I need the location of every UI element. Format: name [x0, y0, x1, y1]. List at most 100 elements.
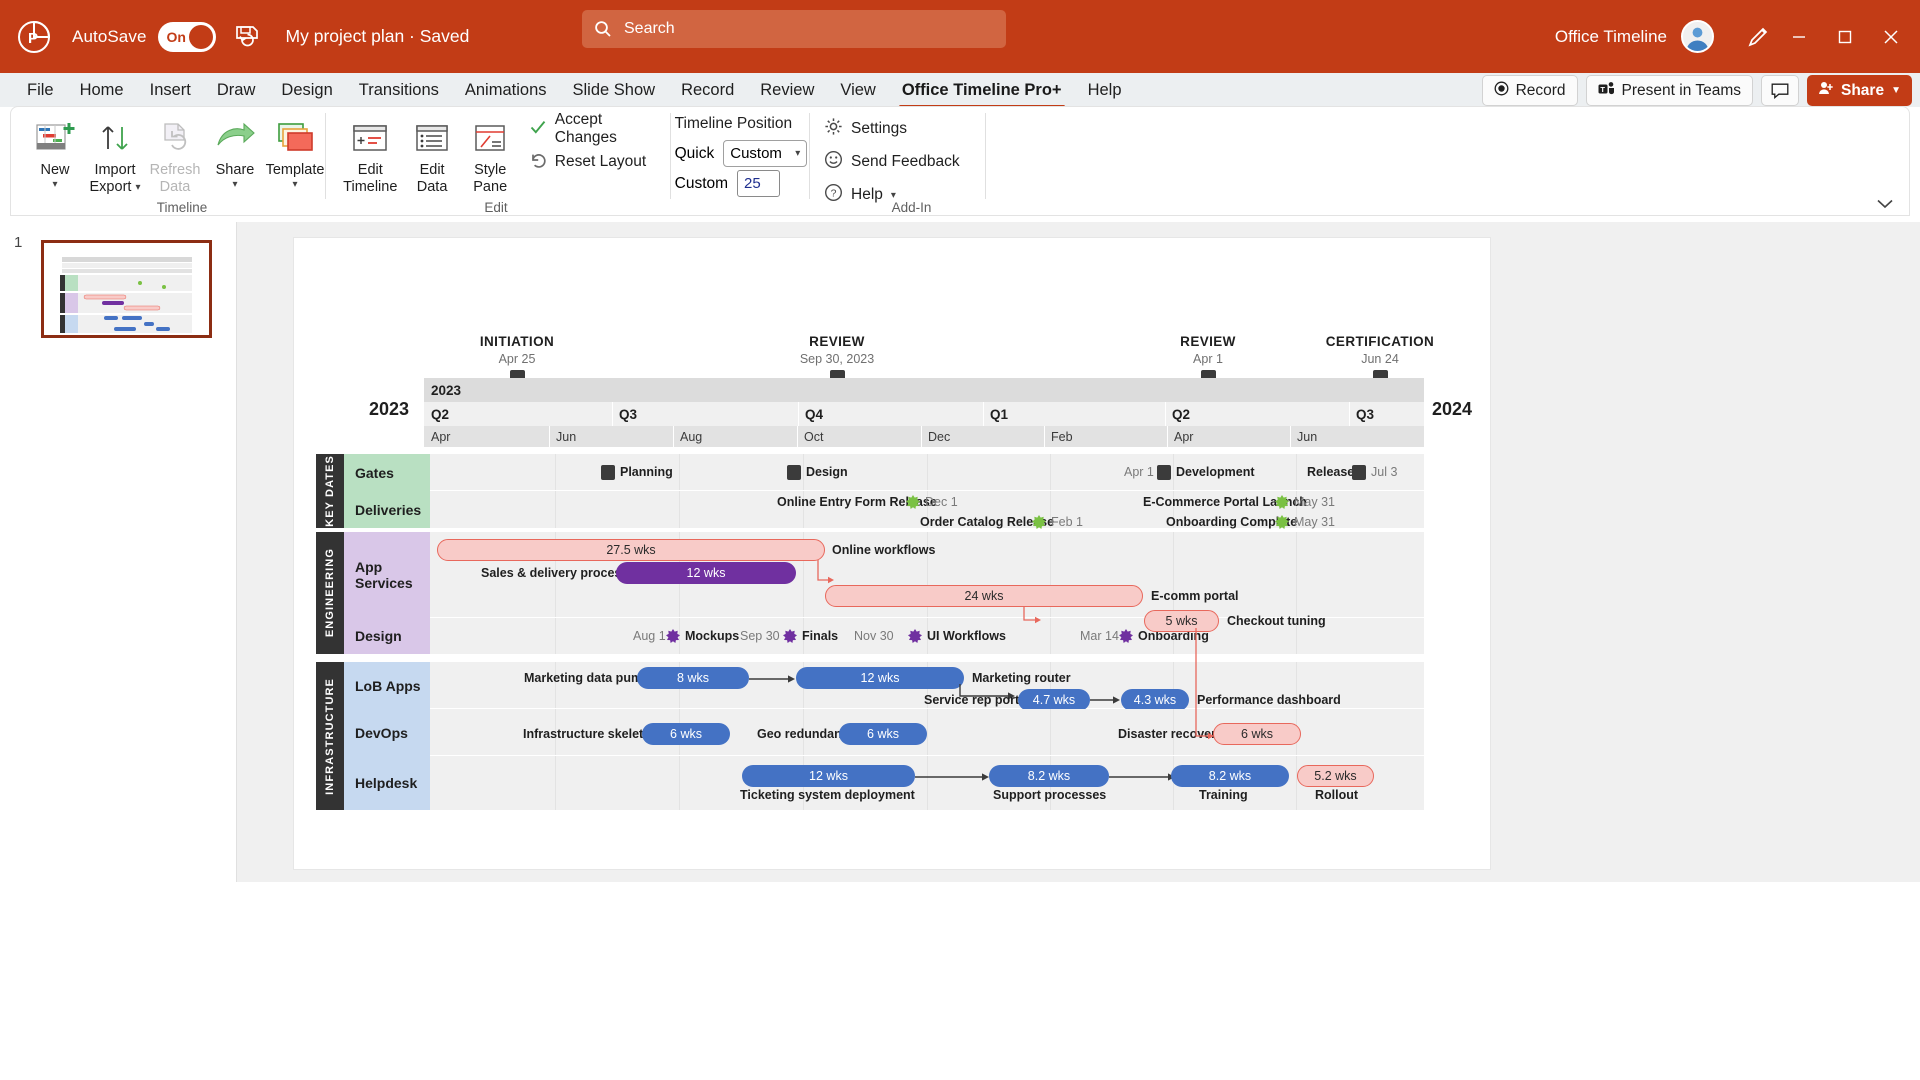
custom-label: Custom	[675, 175, 728, 193]
new-timeline-button[interactable]: New ▾	[25, 107, 85, 190]
milestone-marker-online-entry-form[interactable]	[906, 495, 920, 509]
quick-position-value: Custom	[730, 145, 782, 162]
gantt-timeline-graphic[interactable]: INITIATION Apr 25 REVIEW Sep 30, 2023 RE…	[294, 238, 1490, 869]
style-pane-button[interactable]: Style Pane	[462, 107, 519, 195]
gridline	[1296, 454, 1297, 491]
slide-thumbnail-1[interactable]	[41, 240, 212, 338]
tab-record[interactable]: Record	[668, 73, 747, 107]
chevron-down-icon[interactable]: ▾	[891, 191, 896, 201]
autosave-toggle[interactable]: On	[158, 22, 216, 52]
tab-insert[interactable]: Insert	[137, 73, 204, 107]
task-bar-online-workflows[interactable]: 27.5 wks	[437, 539, 825, 561]
axis-quarter-cell: Q3	[1349, 402, 1424, 426]
slide-1[interactable]: INITIATION Apr 25 REVIEW Sep 30, 2023 RE…	[294, 238, 1490, 869]
reset-layout-button[interactable]: Reset Layout	[529, 147, 658, 177]
milestone-date-release: Jul 3	[1371, 465, 1397, 479]
present-in-teams-button[interactable]: T Present in Teams	[1586, 75, 1753, 106]
tab-view[interactable]: View	[827, 73, 888, 107]
task-bar-service-rep-portal[interactable]: 4.7 wks	[1018, 689, 1090, 711]
edit-data-button[interactable]: Edit Data	[403, 107, 462, 195]
accept-changes-button[interactable]: Accept Changes	[529, 114, 658, 144]
swimlane-track-lob-apps[interactable]: Marketing data pump 8 wks 12 wks Marketi…	[430, 662, 1424, 709]
teams-icon: T	[1598, 81, 1615, 101]
chevron-down-icon[interactable]: ▾	[292, 180, 297, 190]
task-bar-infrastructure-skeleton[interactable]: 6 wks	[642, 723, 730, 745]
milestone-marker-design[interactable]	[787, 465, 801, 480]
tab-animations[interactable]: Animations	[452, 73, 560, 107]
task-bar-performance-dashboard[interactable]: 4.3 wks	[1121, 689, 1189, 711]
swimlane-track-deliveries[interactable]: Online Entry Form Release Dec 1 Order Ca…	[430, 491, 1424, 528]
task-bar-geo-redundancy[interactable]: 6 wks	[839, 723, 927, 745]
chevron-down-icon[interactable]: ▾	[52, 180, 57, 190]
swimlane-name-gates: Gates	[344, 454, 430, 491]
user-avatar[interactable]	[1681, 20, 1714, 53]
custom-position-input[interactable]: 25	[737, 170, 780, 197]
tab-help[interactable]: Help	[1075, 73, 1135, 107]
document-title[interactable]: My project plan · Saved	[286, 26, 470, 47]
task-bar-disaster-recovery[interactable]: 6 wks	[1213, 723, 1301, 745]
share-timeline-button[interactable]: Share ▾	[205, 107, 265, 190]
axis-year-row: 2023	[424, 378, 1424, 402]
milestone-marker-planning[interactable]	[601, 465, 615, 480]
pen-ribbon-icon[interactable]	[1742, 20, 1776, 54]
swimlane-track-helpdesk[interactable]: 12 wks Ticketing system deployment 8.2 w…	[430, 756, 1424, 810]
milestone-marker-release[interactable]	[1352, 465, 1366, 480]
milestone-marker-order-catalog[interactable]	[1032, 515, 1046, 529]
share-person-icon	[1818, 81, 1834, 100]
tab-draw[interactable]: Draw	[204, 73, 269, 107]
swimlane-track-gates[interactable]: Planning Design Apr 1 Development Releas…	[430, 454, 1424, 491]
svg-text:?: ?	[831, 188, 837, 200]
tab-design[interactable]: Design	[268, 73, 345, 107]
milestone-marker-development[interactable]	[1157, 465, 1171, 480]
task-bar-marketing-router[interactable]: 12 wks	[796, 667, 964, 689]
save-refresh-icon[interactable]	[232, 22, 262, 52]
tab-slide-show[interactable]: Slide Show	[560, 73, 669, 107]
milestone-marker-onboarding-complete[interactable]	[1275, 515, 1289, 529]
tab-home[interactable]: Home	[67, 73, 137, 107]
task-bar-marketing-data-pump[interactable]: 8 wks	[637, 667, 749, 689]
present-in-teams-label: Present in Teams	[1622, 82, 1741, 100]
record-button[interactable]: Record	[1482, 75, 1578, 106]
template-icon	[274, 115, 316, 157]
refresh-data-icon	[155, 115, 195, 157]
milestone-marker-ui-workflows[interactable]	[908, 629, 922, 643]
custom-position-row: Custom 25	[671, 170, 809, 197]
send-feedback-button[interactable]: Send Feedback	[824, 147, 960, 177]
tab-office-timeline-pro[interactable]: Office Timeline Pro+	[889, 73, 1075, 107]
quick-position-select[interactable]: Custom ▾	[723, 140, 807, 167]
milestone-marker-finals[interactable]	[783, 629, 797, 643]
import-export-button[interactable]: Import Export ▾	[85, 107, 145, 195]
tab-review[interactable]: Review	[747, 73, 827, 107]
callout-date-initiation: Apr 25	[437, 352, 597, 366]
edit-timeline-button[interactable]: Edit Timeline	[338, 107, 403, 195]
milestone-marker-onboarding[interactable]	[1119, 629, 1133, 643]
comment-icon[interactable]	[1761, 75, 1799, 106]
tab-file[interactable]: File	[14, 73, 67, 107]
share-chevron-down-icon[interactable]: ▼	[1891, 85, 1901, 96]
edit-timeline-icon	[350, 115, 390, 157]
task-bar-ecomm-portal[interactable]: 24 wks	[825, 585, 1143, 607]
gridline	[555, 491, 556, 528]
swimlane-label: Helpdesk	[355, 775, 417, 791]
task-label-training: Training	[1199, 784, 1248, 806]
milestone-marker-ecommerce-portal-launch[interactable]	[1275, 495, 1289, 509]
settings-button[interactable]: Settings	[824, 114, 960, 144]
swimlane-track-devops[interactable]: Infrastructure skeleton 6 wks Geo redund…	[430, 709, 1424, 756]
close-icon[interactable]	[1868, 13, 1914, 61]
maximize-icon[interactable]	[1822, 13, 1868, 61]
swimlane-track-app-services[interactable]: 27.5 wks Online workflows Sales & delive…	[430, 532, 1424, 618]
chevron-down-icon[interactable]: ▾	[232, 180, 237, 190]
account-name[interactable]: Office Timeline	[1555, 27, 1667, 47]
tab-transitions[interactable]: Transitions	[346, 73, 452, 107]
minimize-icon[interactable]	[1776, 13, 1822, 61]
template-button[interactable]: Template ▾	[265, 107, 325, 190]
chevron-down-icon[interactable]: ▾	[135, 183, 140, 193]
task-bar-sales-delivery[interactable]: 12 wks	[616, 562, 796, 584]
share-button[interactable]: Share ▼	[1807, 75, 1912, 106]
gridline	[927, 454, 928, 491]
collapse-ribbon-button[interactable]	[1877, 196, 1893, 213]
gridline	[1296, 532, 1297, 618]
template-label: Template	[266, 162, 325, 179]
search-input[interactable]: Search	[582, 10, 1006, 48]
milestone-marker-mockups[interactable]	[666, 629, 680, 643]
